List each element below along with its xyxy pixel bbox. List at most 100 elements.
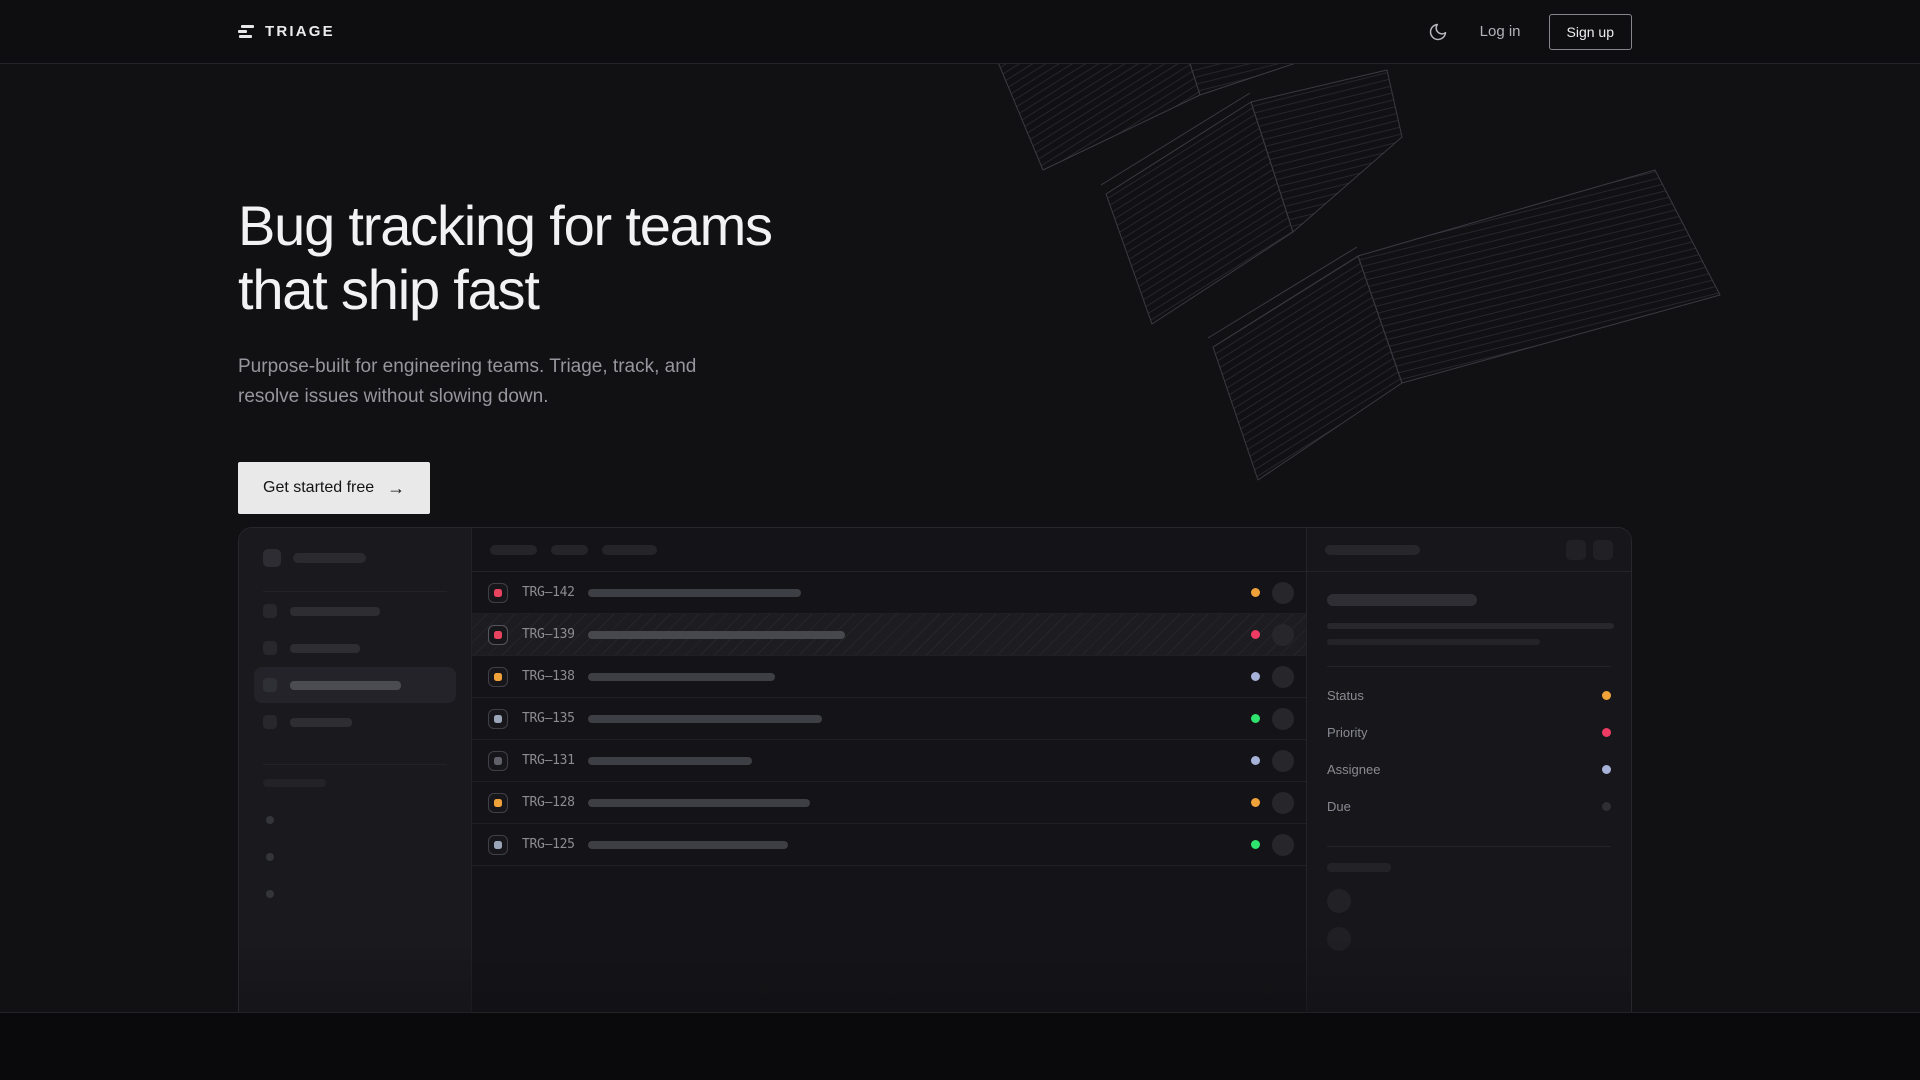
field-value-dot <box>1602 728 1611 737</box>
status-dot <box>1251 588 1260 597</box>
avatar[interactable] <box>1272 708 1294 730</box>
sidebar-item-active[interactable] <box>254 667 456 703</box>
hero-section: Bug tracking for teamsthat ship fast Pur… <box>0 64 1920 1013</box>
sidebar-item-icon <box>263 641 277 655</box>
issue-row[interactable]: TRG–142 <box>472 572 1306 614</box>
field-label: Assignee <box>1327 762 1380 777</box>
issue-row[interactable]: TRG–139 <box>472 614 1306 656</box>
issue-title-placeholder <box>588 757 752 765</box>
workspace-icon <box>263 549 281 567</box>
workspace-switcher[interactable] <box>254 549 456 567</box>
avatar[interactable] <box>1272 624 1294 646</box>
detail-panel-header <box>1307 528 1631 572</box>
issue-row[interactable]: TRG–131 <box>472 740 1306 782</box>
list-tab-placeholder[interactable] <box>551 545 588 555</box>
issue-title-placeholder <box>588 799 810 807</box>
signup-button[interactable]: Sign up <box>1549 14 1632 50</box>
issue-list: TRG–142 TRG–139 TRG–138 TRG–135 TRG–131 <box>472 572 1306 866</box>
sidebar-item-icon <box>263 678 277 692</box>
issue-id: TRG–139 <box>522 627 580 642</box>
issue-title-placeholder <box>588 589 801 597</box>
sidebar-dot <box>266 890 274 898</box>
issue-id: TRG–138 <box>522 669 580 684</box>
field-value-dot <box>1602 691 1611 700</box>
cta-label: Get started free <box>263 479 374 497</box>
issue-fields: Status Priority Assignee Due <box>1327 677 1611 825</box>
login-link[interactable]: Log in <box>1480 23 1521 40</box>
brand[interactable]: TRIAGE <box>238 23 335 40</box>
panel-action-button[interactable] <box>1566 540 1586 560</box>
status-dot <box>1251 798 1260 807</box>
bug-icon <box>488 667 508 687</box>
issue-id: TRG–135 <box>522 711 580 726</box>
status-dot <box>1251 672 1260 681</box>
divider <box>1327 846 1611 847</box>
issue-field-row[interactable]: Assignee <box>1327 751 1611 788</box>
sidebar-section-placeholder <box>263 779 326 787</box>
list-tab-placeholder[interactable] <box>490 545 537 555</box>
divider <box>263 764 447 765</box>
avatar[interactable] <box>1272 582 1294 604</box>
arrow-right-icon: → <box>387 479 405 497</box>
sidebar-item[interactable] <box>254 630 456 666</box>
bug-icon <box>488 751 508 771</box>
bug-dot <box>494 715 502 723</box>
brand-name: TRIAGE <box>265 23 335 40</box>
bug-dot <box>494 799 502 807</box>
issue-row[interactable]: TRG–138 <box>472 656 1306 698</box>
issue-list-pane: TRG–142 TRG–139 TRG–138 TRG–135 TRG–131 <box>472 528 1306 1013</box>
theme-toggle-button[interactable] <box>1424 18 1452 46</box>
issue-description-placeholder <box>1327 639 1540 645</box>
issue-title-placeholder <box>588 715 822 723</box>
field-label: Status <box>1327 688 1364 703</box>
issue-title-placeholder <box>1327 594 1477 606</box>
sidebar-item-placeholder <box>290 718 352 727</box>
avatar <box>1327 927 1351 951</box>
avatar[interactable] <box>1272 792 1294 814</box>
avatar <box>1327 889 1351 913</box>
hero-heading-line2: that ship fast <box>238 258 539 321</box>
field-label: Due <box>1327 799 1351 814</box>
issue-field-row[interactable]: Due <box>1327 788 1611 825</box>
avatar[interactable] <box>1272 834 1294 856</box>
issue-field-row[interactable]: Priority <box>1327 714 1611 751</box>
get-started-button[interactable]: Get started free → <box>238 462 430 514</box>
issue-id: TRG–131 <box>522 753 580 768</box>
bug-icon <box>488 835 508 855</box>
panel-action-button[interactable] <box>1593 540 1613 560</box>
sidebar-item-icon <box>263 715 277 729</box>
field-value-dot <box>1602 802 1611 811</box>
detail-panel: Status Priority Assignee Due <box>1306 528 1631 1013</box>
bug-dot <box>494 631 502 639</box>
hero-heading: Bug tracking for teamsthat ship fast <box>238 194 772 322</box>
issue-row[interactable]: TRG–128 <box>472 782 1306 824</box>
issue-id: TRG–142 <box>522 585 580 600</box>
top-nav: TRIAGE Log in Sign up <box>0 0 1920 64</box>
field-value-dot <box>1602 765 1611 774</box>
sidebar-dot <box>266 853 274 861</box>
sidebar-item[interactable] <box>254 704 456 740</box>
workspace-name-placeholder <box>293 553 366 563</box>
field-label: Priority <box>1327 725 1367 740</box>
avatar[interactable] <box>1272 750 1294 772</box>
sidebar-item-icon <box>263 604 277 618</box>
status-dot <box>1251 840 1260 849</box>
moon-icon <box>1428 22 1448 42</box>
sidebar-item[interactable] <box>254 593 456 629</box>
sidebar-item-placeholder <box>290 644 360 653</box>
divider <box>1327 666 1611 667</box>
bug-dot <box>494 673 502 681</box>
bug-dot <box>494 841 502 849</box>
issue-field-row[interactable]: Status <box>1327 677 1611 714</box>
issue-row[interactable]: TRG–125 <box>472 824 1306 866</box>
bug-dot <box>494 757 502 765</box>
list-tab-placeholder[interactable] <box>602 545 657 555</box>
avatar[interactable] <box>1272 666 1294 688</box>
issue-row[interactable]: TRG–135 <box>472 698 1306 740</box>
sidebar-item-placeholder <box>290 681 401 690</box>
bug-icon <box>488 583 508 603</box>
comments-section-placeholder <box>1327 863 1391 872</box>
footer <box>0 1013 1920 1080</box>
bug-icon <box>488 625 508 645</box>
divider <box>263 591 447 592</box>
